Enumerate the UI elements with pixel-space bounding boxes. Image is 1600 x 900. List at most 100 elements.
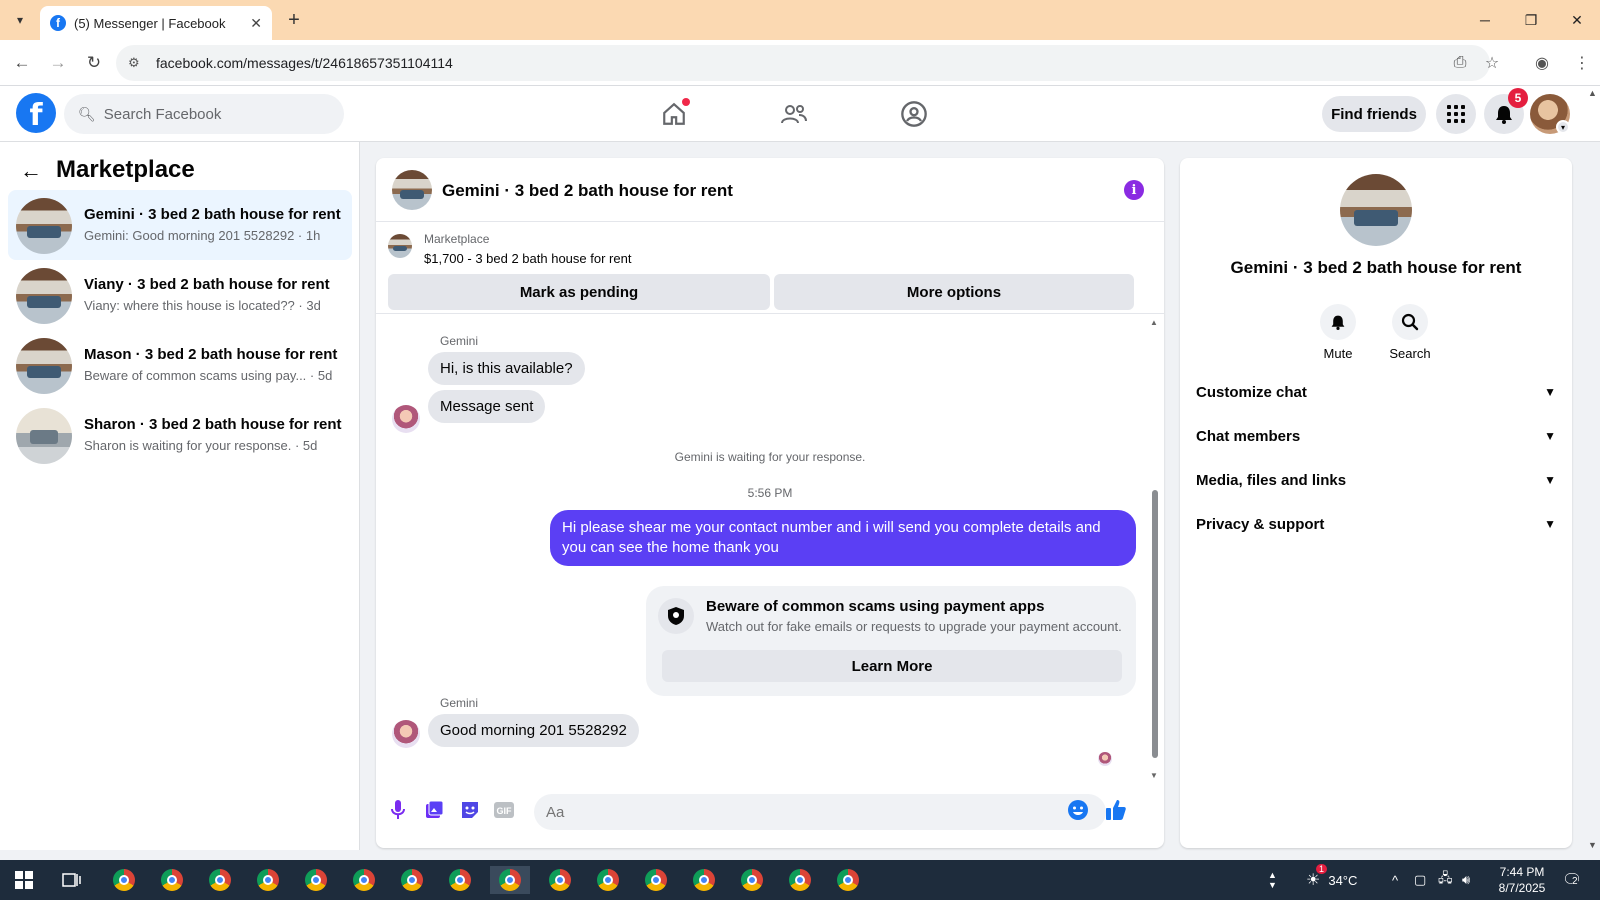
chrome-taskbar-icon[interactable] — [344, 866, 384, 894]
conversation-item[interactable]: Viany · 3 bed 2 bath house for rent Vian… — [8, 260, 352, 330]
forward-icon[interactable]: → — [46, 51, 70, 75]
back-arrow-icon[interactable]: ← — [20, 158, 42, 184]
conversation-preview: Beware of common scams using pay... · 5d — [84, 368, 333, 383]
taskbar-scroll-icon[interactable]: ▲ ▼ — [1268, 860, 1277, 900]
install-app-icon[interactable]: ⎙ — [1448, 51, 1472, 75]
chevron-down-icon: ▼ — [1544, 473, 1556, 487]
friends-icon[interactable] — [778, 98, 810, 130]
conversation-item[interactable]: Mason · 3 bed 2 bath house for rent Bewa… — [8, 330, 352, 400]
url-field[interactable]: ⚙ facebook.com/messages/t/24618657351104… — [116, 45, 1490, 81]
chrome-taskbar-icon[interactable] — [248, 866, 288, 894]
browser-menu-icon[interactable]: ⋮ — [1570, 51, 1594, 75]
scam-warning-text: Watch out for fake emails or requests to… — [706, 619, 1122, 634]
chrome-taskbar-icon[interactable] — [440, 866, 480, 894]
message-bubble[interactable]: Good morning 201 5528292 — [428, 714, 639, 747]
show-hidden-icons-icon[interactable]: ^ — [1392, 860, 1398, 900]
chrome-taskbar-icon[interactable] — [152, 866, 192, 894]
chrome-taskbar-icon[interactable] — [588, 866, 628, 894]
chrome-taskbar-icon[interactable] — [104, 866, 144, 894]
listing-large-avatar — [1340, 174, 1412, 246]
sticker-icon[interactable] — [458, 798, 482, 822]
chrome-taskbar-icon[interactable] — [828, 866, 868, 894]
emoji-icon[interactable] — [1066, 798, 1090, 822]
gif-icon[interactable]: GIF — [492, 798, 516, 822]
conversation-item[interactable]: Sharon · 3 bed 2 bath house for rent Sha… — [8, 400, 352, 470]
mark-as-pending-button[interactable]: Mark as pending — [388, 274, 770, 310]
reload-icon[interactable]: ↻ — [82, 51, 106, 75]
page-scroll-down-icon[interactable]: ▼ — [1588, 840, 1597, 850]
browser-tab[interactable]: f (5) Messenger | Facebook ✕ — [40, 6, 272, 40]
volume-icon[interactable]: 🔊︎ — [1462, 860, 1470, 900]
chrome-taskbar-icon[interactable] — [392, 866, 432, 894]
chevron-down-icon: ▼ — [1544, 385, 1556, 399]
chat-title[interactable]: Gemini · 3 bed 2 bath house for rent — [442, 181, 733, 201]
menu-grid-icon[interactable] — [1436, 94, 1476, 134]
page-scroll-up-icon[interactable]: ▲ — [1588, 88, 1597, 98]
chrome-taskbar-icon[interactable] — [732, 866, 772, 894]
microphone-icon[interactable] — [386, 798, 410, 822]
notification-center-icon[interactable]: 🗨︎ 2 — [1562, 860, 1582, 900]
sender-avatar[interactable] — [392, 720, 420, 748]
chat-scrollbar[interactable]: ▲ ▼ — [1150, 318, 1160, 780]
bookmark-star-icon[interactable]: ☆ — [1480, 51, 1504, 75]
chrome-taskbar-icon[interactable] — [636, 866, 676, 894]
restore-icon[interactable]: ❐ — [1508, 0, 1554, 40]
photo-icon[interactable] — [422, 798, 446, 822]
scroll-down-icon[interactable]: ▼ — [1150, 771, 1158, 780]
site-settings-icon[interactable]: ⚙ — [128, 55, 146, 71]
mute-button[interactable]: Mute — [1308, 304, 1368, 361]
facebook-search-input[interactable]: 🔍︎ Search Facebook — [64, 94, 344, 134]
listing-price-title[interactable]: $1,700 - 3 bed 2 bath house for rent — [424, 251, 631, 266]
scroll-up-icon[interactable]: ▲ — [1150, 318, 1158, 327]
chrome-taskbar-icon[interactable] — [296, 866, 336, 894]
media-files-links-section[interactable]: Media, files and links ▼ — [1196, 462, 1556, 498]
clock[interactable]: 7:44 PM 8/7/2025 — [1488, 860, 1556, 900]
section-label: Media, files and links — [1196, 471, 1347, 489]
chrome-taskbar-icon[interactable] — [780, 866, 820, 894]
chevron-down-icon[interactable]: ▾ — [1556, 120, 1570, 134]
tab-close-icon[interactable]: ✕ — [250, 15, 262, 32]
info-icon[interactable]: i — [1124, 180, 1144, 200]
conversation-name: Gemini · 3 bed 2 bath house for rent — [84, 206, 341, 223]
message-bubble[interactable]: Hi, is this available? — [428, 352, 585, 385]
chrome-taskbar-icon-active[interactable] — [490, 866, 530, 894]
weather-widget[interactable]: ☀ 1 34°C — [1306, 860, 1357, 900]
listing-avatar — [388, 234, 412, 258]
privacy-support-section[interactable]: Privacy & support ▼ — [1196, 506, 1556, 542]
chat-members-section[interactable]: Chat members ▼ — [1196, 418, 1556, 454]
find-friends-button[interactable]: Find friends — [1322, 96, 1426, 132]
thumbs-up-icon[interactable] — [1104, 798, 1128, 822]
page-scrollbar[interactable]: ▲ ▼ — [1586, 88, 1600, 850]
message-input[interactable] — [534, 794, 1106, 830]
scroll-thumb[interactable] — [1152, 490, 1158, 758]
browser-profile-icon[interactable]: ◉ — [1530, 51, 1554, 75]
new-tab-icon[interactable]: + — [282, 8, 306, 32]
chrome-taskbar-icon[interactable] — [200, 866, 240, 894]
chrome-taskbar-icon[interactable] — [684, 866, 724, 894]
window-close-icon[interactable]: ✕ — [1554, 0, 1600, 40]
back-icon[interactable]: ← — [10, 51, 34, 75]
tab-search-icon[interactable]: ▾ — [6, 8, 34, 32]
sender-avatar[interactable] — [392, 405, 420, 433]
customize-chat-section[interactable]: Customize chat ▼ — [1196, 374, 1556, 410]
network-icon[interactable]: 🖧︎ — [1438, 860, 1453, 900]
windows-start-icon[interactable] — [4, 866, 44, 894]
chat-avatar[interactable] — [392, 170, 432, 210]
minimize-icon[interactable]: ─ — [1462, 0, 1508, 40]
bell-icon — [1320, 304, 1356, 340]
more-options-button[interactable]: More options — [774, 274, 1134, 310]
message-bubble[interactable]: Message sent — [428, 390, 546, 423]
learn-more-button[interactable]: Learn More — [662, 650, 1122, 682]
task-view-icon[interactable] — [52, 866, 92, 894]
meet-now-icon[interactable]: ▢ — [1414, 860, 1426, 900]
svg-text:GIF: GIF — [497, 806, 513, 816]
conversation-item[interactable]: Gemini · 3 bed 2 bath house for rent Gem… — [8, 190, 352, 260]
my-message-bubble[interactable]: Hi please shear me your contact number a… — [550, 510, 1136, 566]
groups-icon[interactable] — [898, 98, 930, 130]
facebook-logo-icon[interactable]: f — [16, 93, 56, 133]
weather-icon: ☀ 1 — [1306, 864, 1328, 890]
chrome-taskbar-icon[interactable] — [540, 866, 580, 894]
weather-badge: 1 — [1316, 864, 1328, 874]
search-in-chat-button[interactable]: Search — [1380, 304, 1440, 361]
notification-center-badge: 2 — [1572, 876, 1578, 887]
